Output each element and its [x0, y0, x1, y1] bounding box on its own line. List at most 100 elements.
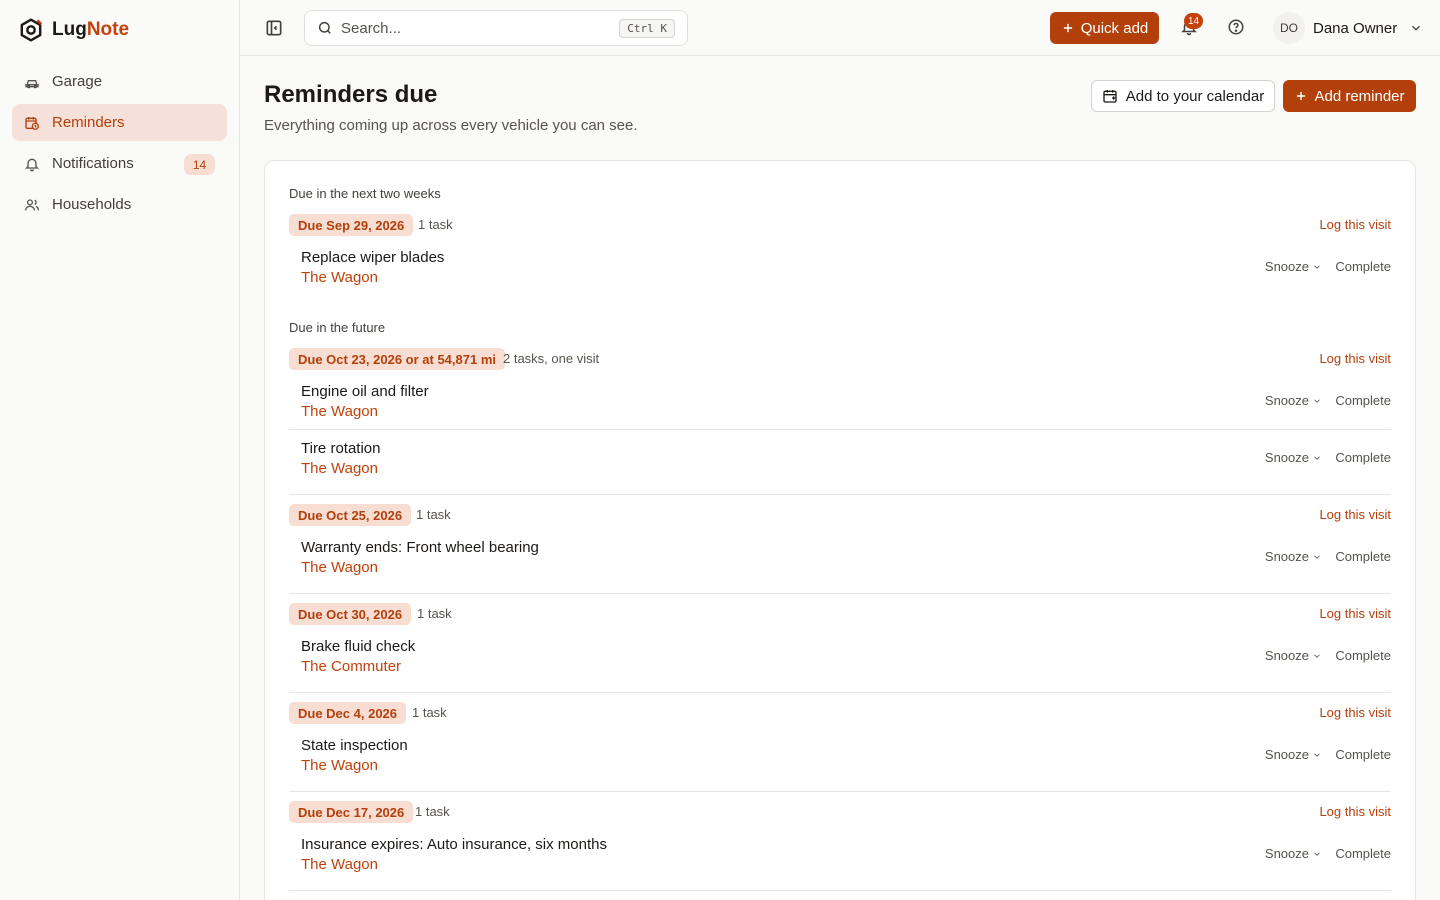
due-date-pill: Due Oct 30, 2026 [289, 603, 412, 625]
logo-hex-icon [20, 18, 43, 42]
complete-button[interactable]: Complete [1335, 259, 1391, 274]
snooze-dropdown[interactable]: Snooze [1265, 846, 1322, 861]
vehicle-link[interactable]: The Wagon [301, 460, 378, 477]
log-visit-link[interactable]: Log this visit [1319, 705, 1391, 720]
search-input[interactable]: Search... Ctrl K [304, 10, 688, 46]
notification-count-badge: 14 [1184, 13, 1203, 29]
add-reminder-button[interactable]: Add reminder [1283, 80, 1416, 112]
snooze-label: Snooze [1264, 259, 1309, 274]
user-name: Dana Owner [1313, 19, 1398, 37]
snooze-dropdown[interactable]: Snooze [1265, 648, 1322, 663]
snooze-dropdown[interactable]: Snooze [1265, 393, 1322, 408]
reminders-card: Due in the next two weeks Due Sep 29, 20… [264, 160, 1416, 900]
vehicle-link[interactable]: The Wagon [301, 403, 378, 420]
section-label-next-two-weeks: Due in the next two weeks [289, 186, 441, 201]
snooze-dropdown[interactable]: Snooze [1265, 259, 1322, 274]
list-item: Brake fluid check The Commuter Snooze Co… [289, 638, 1391, 688]
sidebar-nav: Garage Reminders Notifications 14 Househ… [12, 63, 227, 227]
group-divider [289, 791, 1391, 792]
chevron-down-icon [1314, 752, 1320, 757]
task-title: Brake fluid check [301, 638, 416, 655]
calendar-icon [1102, 88, 1118, 104]
sidebar: LugNote Garage Reminders Notifications 1… [0, 0, 240, 900]
quick-add-label: Quick add [1080, 19, 1149, 37]
list-item: Warranty ends: Front wheel bearing The W… [289, 539, 1391, 589]
top-bar: Search... Ctrl K Quick add 14 DO Dana Ow… [240, 0, 1440, 56]
list-item: Engine oil and filter The Wagon Snooze C… [289, 383, 1391, 433]
row-divider [289, 429, 1391, 430]
vehicle-link[interactable]: The Wagon [301, 269, 378, 286]
sidebar-item-households[interactable]: Households [12, 186, 227, 223]
vehicle-link[interactable]: The Wagon [301, 856, 378, 873]
log-visit-link[interactable]: Log this visit [1319, 351, 1391, 366]
task-count: 1 task [416, 507, 451, 522]
task-title: Tire rotation [301, 440, 381, 457]
avatar: DO [1273, 12, 1305, 44]
chevron-down-icon [1314, 398, 1320, 403]
sidebar-item-notifications[interactable]: Notifications 14 [12, 145, 227, 182]
snooze-dropdown[interactable]: Snooze [1265, 747, 1322, 762]
complete-button[interactable]: Complete [1335, 393, 1391, 408]
snooze-label: Snooze [1264, 393, 1309, 408]
snooze-label: Snooze [1264, 648, 1309, 663]
task-title: Warranty ends: Front wheel bearing [301, 539, 539, 556]
snooze-dropdown[interactable]: Snooze [1265, 450, 1322, 465]
page-title: Reminders due [264, 81, 438, 108]
sidebar-toggle-icon[interactable] [264, 18, 284, 38]
list-item: Replace wiper blades The Wagon Snooze Co… [289, 249, 1391, 299]
group-divider [289, 890, 1391, 891]
log-visit-link[interactable]: Log this visit [1319, 804, 1391, 819]
search-shortcut-hint: Ctrl K [619, 19, 675, 38]
quick-add-button[interactable]: Quick add [1050, 12, 1159, 44]
complete-button[interactable]: Complete [1335, 450, 1391, 465]
snooze-label: Snooze [1264, 747, 1309, 762]
add-reminder-label: Add reminder [1314, 87, 1405, 105]
search-placeholder: Search... [341, 19, 402, 37]
chevron-down-icon [1314, 264, 1320, 269]
sidebar-item-reminders[interactable]: Reminders [12, 104, 227, 141]
task-count: 1 task [415, 804, 450, 819]
search-icon [317, 20, 333, 36]
complete-button[interactable]: Complete [1335, 747, 1391, 762]
vehicle-link[interactable]: The Commuter [301, 658, 401, 675]
car-icon [24, 74, 40, 90]
chevron-down-icon [1409, 21, 1423, 35]
due-date-pill: Due Oct 23, 2026 or at 54,871 mi [289, 348, 505, 370]
users-icon [24, 197, 40, 213]
vehicle-link[interactable]: The Wagon [301, 757, 378, 774]
log-visit-link[interactable]: Log this visit [1319, 606, 1391, 621]
list-item: Tire rotation The Wagon Snooze Complete [289, 440, 1391, 490]
snooze-label: Snooze [1264, 549, 1309, 564]
log-visit-link[interactable]: Log this visit [1319, 507, 1391, 522]
task-title: Insurance expires: Auto insurance, six m… [301, 836, 607, 853]
calendar-clock-icon [24, 115, 40, 131]
due-date-pill: Due Oct 25, 2026 [289, 504, 412, 526]
section-label-future: Due in the future [289, 320, 386, 335]
log-visit-link[interactable]: Log this visit [1319, 217, 1391, 232]
help-icon[interactable] [1227, 18, 1247, 38]
page-subtitle: Everything coming up across every vehicl… [264, 117, 638, 134]
app-name-part-1: Lug [52, 19, 87, 40]
notifications-count-badge: 14 [184, 154, 215, 175]
task-count: 1 task [418, 217, 453, 232]
bell-icon [24, 156, 40, 172]
snooze-dropdown[interactable]: Snooze [1265, 549, 1322, 564]
group-divider [289, 593, 1391, 594]
add-to-calendar-button[interactable]: Add to your calendar [1091, 80, 1275, 112]
task-title: Replace wiper blades [301, 249, 445, 266]
app-logo[interactable]: LugNote [18, 16, 129, 44]
complete-button[interactable]: Complete [1335, 549, 1391, 564]
user-menu[interactable]: DO Dana Owner [1273, 12, 1423, 44]
list-item: State inspection The Wagon Snooze Comple… [289, 737, 1391, 787]
due-date-pill: Due Dec 17, 2026 [289, 801, 414, 823]
task-count: 1 task [417, 606, 452, 621]
add-to-calendar-label: Add to your calendar [1125, 87, 1265, 105]
complete-button[interactable]: Complete [1335, 846, 1391, 861]
task-title: State inspection [301, 737, 408, 754]
vehicle-link[interactable]: The Wagon [301, 559, 378, 576]
sidebar-item-label: Households [52, 196, 132, 213]
due-date-pill: Due Sep 29, 2026 [289, 214, 414, 236]
sidebar-item-garage[interactable]: Garage [12, 63, 227, 100]
complete-button[interactable]: Complete [1335, 648, 1391, 663]
group-divider [289, 692, 1391, 693]
